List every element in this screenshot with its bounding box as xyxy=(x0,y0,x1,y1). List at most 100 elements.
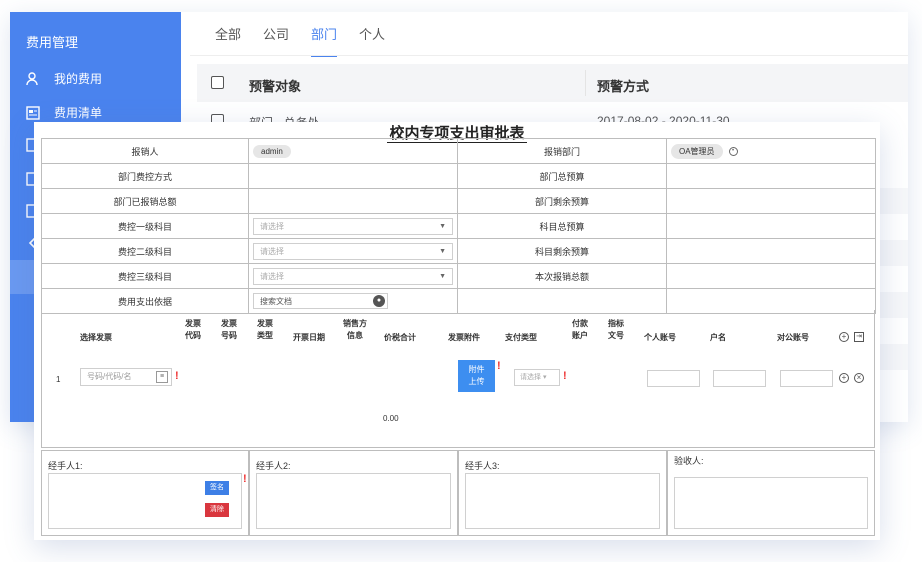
personal-account-input[interactable] xyxy=(647,370,700,387)
required-marker: ! xyxy=(243,473,247,485)
label-subject-remaining: 科目剩余预算 xyxy=(457,238,667,264)
remove-icon[interactable]: • xyxy=(728,146,738,156)
signer-1-box: 经手人1: 签名 清除 ! xyxy=(41,450,249,536)
sidebar-title: 费用管理 xyxy=(26,35,79,50)
subject-2-cell: 请选择 ▼ xyxy=(248,238,458,264)
col-seller-info: 销售方 信息 xyxy=(343,319,367,340)
select-all-checkbox[interactable] xyxy=(211,76,224,89)
invoice-row-number: 1 xyxy=(56,375,61,384)
label-reimbursed-total: 部门已报销总额 xyxy=(41,188,249,214)
label-department: 报销部门 xyxy=(457,138,667,164)
sign-button[interactable]: 签名 xyxy=(205,481,229,495)
invoice-section: 选择发票 发票 代码 发票 号码 发票 类型 开票日期 销售方 信息 价税合计 … xyxy=(41,310,875,448)
required-marker: ! xyxy=(175,370,179,382)
pay-type-select[interactable]: 请选择 ▾ xyxy=(514,369,560,386)
column-divider xyxy=(585,70,586,96)
remove-row-icon[interactable]: × xyxy=(854,373,864,383)
department-value: OA管理员 • xyxy=(666,138,876,164)
tab-personal[interactable]: 个人 xyxy=(359,24,385,57)
label-subject-budget: 科目总预算 xyxy=(457,213,667,239)
dept-budget-value xyxy=(666,163,876,189)
subject-3-cell: 请选择 ▼ xyxy=(248,263,458,289)
col-public-account: 对公账号 xyxy=(777,333,809,342)
clear-button[interactable]: 清除 xyxy=(205,503,229,517)
label-this-total: 本次报销总额 xyxy=(457,263,667,289)
sidebar-item-label: 费用清单 xyxy=(54,106,103,120)
row-method: 2017-08-02 - 2020-11-30 xyxy=(597,114,730,122)
dept-remaining-value xyxy=(666,188,876,214)
subject-remaining-value xyxy=(666,238,876,264)
account-name-input[interactable] xyxy=(713,370,766,387)
tab-department[interactable]: 部门 xyxy=(311,24,338,57)
signer-3-box: 经手人3: xyxy=(458,450,667,536)
document-search-input[interactable]: 搜索文档 ● xyxy=(253,293,388,309)
scan-icon[interactable]: ≡ xyxy=(156,371,168,383)
col-invoice-type: 发票 类型 xyxy=(257,319,273,340)
table-row[interactable]: 部门 - 总务处 2017-08-02 - 2020-11-30 xyxy=(197,102,908,122)
approval-form-window: 校内专项支出审批表 报销人 admin 报销部门 OA管理员 • 部门费控方式 部… xyxy=(34,122,880,540)
row-checkbox[interactable] xyxy=(211,114,224,122)
signer-1-label: 经手人1: xyxy=(48,461,83,471)
sidebar-item-my-expenses[interactable]: 我的费用 xyxy=(26,70,102,87)
signer-2-label: 经手人2: xyxy=(256,461,291,471)
label-subject-3: 费控三级科目 xyxy=(41,263,249,289)
col-select-invoice: 选择发票 xyxy=(80,333,112,342)
col-pay-account: 付款 账户 xyxy=(572,319,588,340)
acceptor-label: 验收人: xyxy=(674,456,704,466)
label-dept-budget: 部门总预算 xyxy=(457,163,667,189)
add-row-icon[interactable]: + xyxy=(839,373,849,383)
row-target: 部门 - 总务处 xyxy=(249,114,320,122)
department-pill: OA管理员 xyxy=(671,143,723,159)
filter-tabs: 全部 公司 部门 个人 xyxy=(215,24,385,57)
attachment-upload-button[interactable]: 附件 上传 xyxy=(458,360,495,392)
dropdown-caret-icon: ▼ xyxy=(439,272,446,280)
tab-all[interactable]: 全部 xyxy=(215,24,241,57)
signer-2-box: 经手人2: xyxy=(249,450,458,536)
col-pay-type: 支付类型 xyxy=(505,333,537,342)
col-index-doc: 指标 文号 xyxy=(608,319,624,340)
list-icon xyxy=(26,105,40,120)
required-marker: ! xyxy=(497,360,501,372)
col-personal-account: 个人账号 xyxy=(644,333,676,342)
this-total-value xyxy=(666,263,876,289)
subject-2-select[interactable]: 请选择 ▼ xyxy=(253,242,453,260)
subject-1-select[interactable]: 请选择 ▼ xyxy=(253,217,453,235)
sidebar-item-label: 我的费用 xyxy=(54,72,103,86)
col-account-name: 户名 xyxy=(710,333,726,342)
column-header-target: 预警对象 xyxy=(249,79,302,94)
tab-company[interactable]: 公司 xyxy=(263,24,289,57)
label-applicant: 报销人 xyxy=(41,138,249,164)
subject-3-select[interactable]: 请选择 ▼ xyxy=(253,267,453,285)
user-icon xyxy=(26,71,40,86)
column-header-method: 预警方式 xyxy=(597,79,650,94)
subject-budget-value xyxy=(666,213,876,239)
cost-control-value[interactable] xyxy=(248,163,458,189)
label-cost-control: 部门费控方式 xyxy=(41,163,249,189)
sidebar-item-expense-list[interactable]: 费用清单 xyxy=(26,104,102,121)
search-icon[interactable]: ● xyxy=(373,295,385,307)
table-header: 预警对象 预警方式 xyxy=(197,64,908,102)
invoice-total: 0.00 xyxy=(383,414,399,423)
import-icon[interactable]: ⇥ xyxy=(854,332,864,342)
reimbursed-total-value xyxy=(248,188,458,214)
acceptor-box: 验收人: xyxy=(667,450,875,536)
signer-3-label: 经手人3: xyxy=(465,461,500,471)
label-subject-2: 费控二级科目 xyxy=(41,238,249,264)
col-issue-date: 开票日期 xyxy=(293,333,325,342)
col-invoice-code: 发票 代码 xyxy=(185,319,201,340)
dropdown-caret-icon: ▼ xyxy=(439,247,446,255)
signature-area[interactable] xyxy=(674,477,868,529)
form-header-grid: 报销人 admin 报销部门 OA管理员 • 部门费控方式 部门总预算 部门已报销… xyxy=(41,138,876,314)
invoice-code-input[interactable]: 号码/代码/名 ≡ xyxy=(80,368,172,386)
col-tax-total: 价税合计 xyxy=(384,333,416,342)
label-subject-1: 费控一级科目 xyxy=(41,213,249,239)
dropdown-caret-icon: ▼ xyxy=(439,222,446,230)
signature-area[interactable] xyxy=(256,473,451,529)
tab-divider xyxy=(190,55,908,56)
signature-area[interactable] xyxy=(465,473,660,529)
applicant-value: admin xyxy=(248,138,458,164)
add-row-icon[interactable]: + xyxy=(839,332,849,342)
public-account-input[interactable] xyxy=(780,370,833,387)
label-dept-remaining: 部门剩余预算 xyxy=(457,188,667,214)
subject-1-cell: 请选择 ▼ xyxy=(248,213,458,239)
